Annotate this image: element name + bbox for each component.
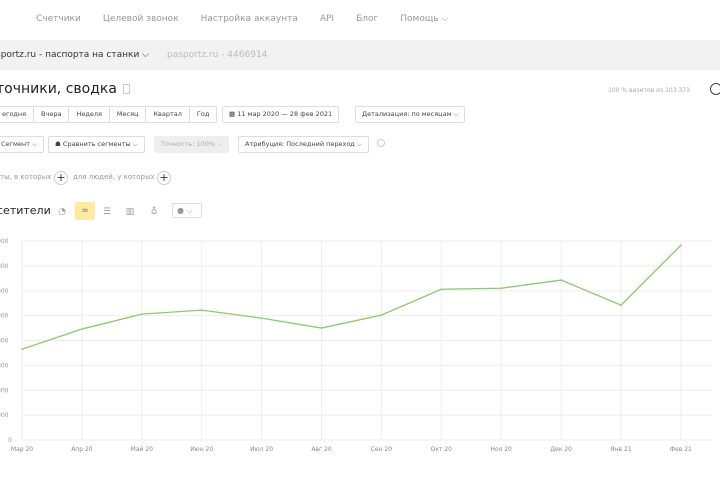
x-tick-label: Апр 20	[71, 446, 93, 453]
x-tick-label: Июл 20	[250, 446, 273, 453]
data-point	[500, 287, 503, 290]
y-tick-label: 000	[0, 313, 9, 320]
nav-api[interactable]: API	[320, 14, 334, 24]
compare-segments-dropdown[interactable]: ☗ Сравнить сегменты ⌵	[48, 136, 145, 153]
page-title: точники, сводка	[0, 81, 130, 97]
metric-title: сетители	[0, 204, 51, 217]
nav-counters[interactable]: Счетчики	[36, 14, 81, 24]
sample-info: 100 % визитов из 103 373	[608, 87, 690, 94]
pie-chart-icon[interactable]: ◔	[54, 204, 70, 220]
y-tick-label: 0	[8, 437, 12, 444]
bar-chart-icon[interactable]: ▥	[122, 204, 138, 220]
date-range-text: 11 мар 2020 — 28 фев 2021	[237, 110, 333, 118]
data-point	[21, 348, 23, 351]
x-tick-label: Ноя 20	[491, 446, 513, 453]
compare-text: Сравнить сегменты ⌵	[62, 140, 138, 148]
data-point	[200, 309, 203, 311]
filter-people-label: для людей, у которых	[73, 173, 155, 181]
x-tick-label: Мар 20	[11, 446, 33, 453]
date-range-button[interactable]: ▦ 11 мар 2020 — 28 фев 2021	[222, 106, 340, 123]
y-tick-label: 000	[0, 288, 9, 295]
clock-icon[interactable]	[710, 83, 720, 95]
comment-icon: ●	[177, 206, 184, 215]
y-tick-label: 000	[0, 238, 9, 245]
data-point	[560, 279, 562, 281]
compare-icon: ☗	[55, 140, 63, 148]
nav-account-settings[interactable]: Настройка аккаунта	[201, 14, 298, 24]
x-tick-label: Дек 20	[550, 446, 572, 453]
data-point	[81, 328, 83, 330]
bookmark-icon[interactable]	[122, 84, 130, 94]
filter-visits-label: ты, в которых	[0, 173, 52, 181]
period-today[interactable]: егодня	[0, 107, 35, 122]
x-tick-label: Янв 21	[610, 446, 631, 453]
calendar-icon: ▦	[229, 110, 238, 118]
page-title-text: точники, сводка	[0, 81, 117, 97]
visitors-line-chart: 0000000000000000000000000Мар 20Апр 20Май…	[0, 238, 712, 453]
counter-id: pasportz.ru - 4466914	[166, 50, 268, 60]
period-year[interactable]: Год	[190, 107, 216, 122]
x-tick-label: Окт 20	[431, 446, 453, 453]
data-point	[620, 304, 622, 306]
add-people-filter-button[interactable]: +	[157, 171, 171, 185]
data-point	[440, 288, 443, 291]
period-week[interactable]: Неделя	[69, 107, 110, 122]
nav-blog[interactable]: Блог	[356, 14, 378, 24]
detail-dropdown[interactable]: Детализация: по месяцам ⌵	[355, 106, 466, 123]
map-chart-icon[interactable]: ♁	[146, 204, 162, 220]
y-tick-label: 000	[0, 362, 9, 369]
period-selector: егодня Вчера Неделя Месяц Квартал Год	[0, 106, 218, 123]
attribution-dropdown[interactable]: Атрибуция: Последний переход ⌵	[238, 136, 369, 153]
x-tick-label: Сен 20	[371, 446, 393, 453]
period-yesterday[interactable]: Вчера	[34, 107, 70, 122]
period-quarter[interactable]: Квартал	[146, 107, 190, 122]
period-month[interactable]: Месяц	[110, 107, 147, 122]
y-tick-label: 000	[0, 338, 9, 345]
series-line-visitors	[21, 244, 682, 350]
data-point	[380, 314, 383, 316]
line-chart-icon[interactable]: ≃	[75, 202, 95, 220]
accuracy-dropdown[interactable]: Точность: 100% ⌵	[154, 136, 230, 153]
stacked-chart-icon[interactable]: ☰	[99, 204, 115, 220]
data-point	[320, 327, 323, 329]
help-icon[interactable]	[377, 139, 385, 147]
nav-target-call[interactable]: Целевой звонок	[103, 14, 179, 24]
annotations-dropdown[interactable]: ● ⌵	[172, 203, 202, 218]
y-tick-label: 000	[0, 412, 9, 419]
segment-dropdown[interactable]: Сегмент ⌵	[0, 136, 44, 153]
x-tick-label: Май 20	[131, 446, 153, 453]
y-tick-label: 000	[0, 387, 9, 394]
x-tick-label: Июн 20	[190, 446, 213, 453]
add-visit-filter-button[interactable]: +	[54, 171, 68, 185]
data-point	[680, 244, 682, 247]
y-tick-label: 000	[0, 263, 9, 270]
data-point	[141, 313, 143, 315]
top-nav: Счетчики Целевой звонок Настройка аккаун…	[0, 0, 720, 38]
data-point	[260, 317, 263, 319]
x-tick-label: Авг 20	[311, 446, 332, 453]
counter-selector[interactable]: sportz.ru - паспорта на станки ⌵	[0, 50, 149, 60]
nav-help[interactable]: Помощь ⌵	[400, 14, 448, 24]
x-tick-label: Фев 21	[670, 446, 692, 453]
breadcrumb: sportz.ru - паспорта на станки ⌵ pasport…	[0, 40, 720, 70]
